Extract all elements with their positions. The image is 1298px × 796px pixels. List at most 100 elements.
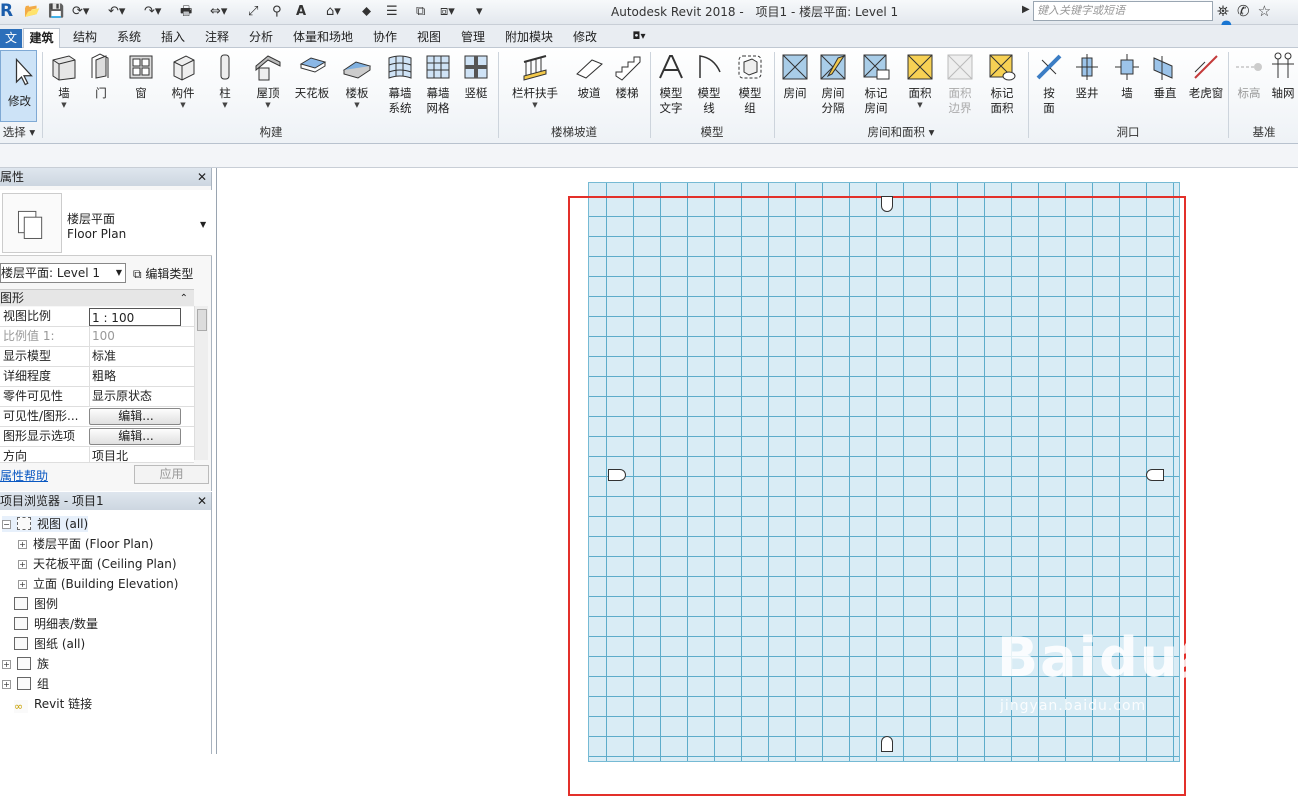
- north-elevation-marker-icon[interactable]: [881, 196, 893, 212]
- model-text-button[interactable]: 模型文字: [654, 52, 688, 116]
- graphics-group-header[interactable]: 图形 ⌃: [0, 289, 194, 306]
- door-button[interactable]: 门: [86, 52, 116, 101]
- tab-insert[interactable]: 插入: [158, 28, 188, 48]
- stair-button[interactable]: 楼梯: [610, 52, 644, 101]
- text-icon[interactable]: A: [296, 2, 306, 22]
- wall-button[interactable]: 墙 ▼: [46, 52, 82, 109]
- tab-modify[interactable]: 修改: [570, 28, 600, 48]
- instance-selector[interactable]: 楼层平面: Level 1 ▼: [0, 263, 126, 283]
- print-icon[interactable]: 🖶: [180, 2, 192, 22]
- south-elevation-marker-icon[interactable]: [881, 736, 893, 752]
- dropdown-arrow-icon[interactable]: ▼: [164, 101, 202, 109]
- ramp-button[interactable]: 坡道: [572, 52, 606, 101]
- floor-button[interactable]: 楼板 ▼: [340, 52, 374, 109]
- tab-manage[interactable]: 管理: [458, 28, 488, 48]
- roof-button[interactable]: 屋顶 ▼: [250, 52, 286, 109]
- dropdown-arrow-icon[interactable]: ▼: [902, 101, 938, 109]
- open-icon[interactable]: 📂: [24, 2, 40, 22]
- column-button[interactable]: 柱 ▼: [210, 52, 240, 109]
- expand-icon[interactable]: +: [18, 580, 27, 589]
- tab-addins[interactable]: 附加模块: [502, 28, 556, 48]
- tab-collaborate[interactable]: 协作: [370, 28, 400, 48]
- search-input[interactable]: 键入关键字或短语: [1033, 1, 1213, 21]
- collapse-icon[interactable]: ⌃: [180, 290, 188, 307]
- tab-systems[interactable]: 系统: [114, 28, 144, 48]
- property-value[interactable]: 粗略: [89, 367, 181, 386]
- window-button[interactable]: 窗: [124, 52, 158, 101]
- revit-logo[interactable]: R: [0, 0, 16, 22]
- west-elevation-marker-icon[interactable]: [608, 469, 626, 481]
- tab-analyze[interactable]: 分析: [246, 28, 276, 48]
- tree-item-legends[interactable]: 图例: [14, 596, 58, 612]
- view-scale-input[interactable]: 1 : 100: [89, 308, 181, 326]
- drawing-canvas[interactable]: Baidu经验 jingyan.baidu.com: [216, 168, 1298, 796]
- communication-icon[interactable]: ✆: [1237, 2, 1250, 20]
- east-elevation-marker-icon[interactable]: [1146, 469, 1164, 481]
- scrollbar-thumb[interactable]: [197, 309, 207, 331]
- close-hidden-icon[interactable]: ⧉: [416, 2, 425, 22]
- collapse-icon[interactable]: −: [2, 520, 11, 529]
- properties-help-link[interactable]: 属性帮助: [0, 467, 48, 484]
- properties-scrollbar[interactable]: [194, 306, 208, 460]
- mullion-button[interactable]: 竖梃: [458, 52, 494, 101]
- tree-item-revit-links[interactable]: ∞ Revit 链接: [14, 696, 92, 713]
- sync-icon[interactable]: ⟳▾: [72, 2, 89, 22]
- tree-item-sheets[interactable]: 图纸 (all): [14, 636, 85, 652]
- tree-item-ceiling-plan[interactable]: + 天花板平面 (Ceiling Plan): [18, 556, 177, 572]
- area-button[interactable]: 面积 ▼: [902, 52, 938, 109]
- dropdown-arrow-icon[interactable]: ▼: [250, 101, 286, 109]
- room-button[interactable]: 房间: [778, 52, 812, 101]
- redo-icon[interactable]: ↷▾: [144, 2, 161, 22]
- expand-icon[interactable]: +: [2, 680, 11, 689]
- property-value[interactable]: 显示原状态: [89, 387, 181, 406]
- room-separator-button[interactable]: 房间分隔: [816, 52, 850, 116]
- tab-view[interactable]: 视图: [414, 28, 444, 48]
- undo-icon[interactable]: ↶▾: [108, 2, 125, 22]
- vertical-opening-button[interactable]: 垂直: [1148, 52, 1182, 101]
- dropdown-arrow-icon[interactable]: ▼: [210, 101, 240, 109]
- curtain-grid-button[interactable]: 幕墙网格: [420, 52, 456, 116]
- tree-item-views[interactable]: − 视图 (all): [2, 516, 89, 532]
- select-panel-label[interactable]: 选择 ▾: [0, 124, 38, 140]
- tag-icon[interactable]: ⚲: [272, 2, 282, 22]
- tree-item-elevation[interactable]: + 立面 (Building Elevation): [18, 576, 178, 592]
- tab-architecture[interactable]: 建筑: [23, 28, 60, 49]
- chevron-down-icon[interactable]: ▼: [200, 220, 206, 229]
- by-face-button[interactable]: 按面: [1032, 52, 1066, 116]
- measure-icon[interactable]: ⇔▾: [210, 2, 227, 22]
- 3d-view-icon[interactable]: ⌂▾: [326, 2, 341, 22]
- tab-structure[interactable]: 结构: [70, 28, 100, 48]
- property-value[interactable]: 项目北: [89, 447, 181, 462]
- dormer-button[interactable]: 老虎窗: [1186, 52, 1226, 101]
- tab-annotate[interactable]: 注释: [202, 28, 232, 48]
- type-selector[interactable]: 楼层平面 Floor Plan ▼: [0, 190, 212, 256]
- dimension-icon[interactable]: ⤢: [248, 2, 258, 22]
- switch-windows-icon[interactable]: ⧈▾: [440, 2, 455, 22]
- ceiling-button[interactable]: 天花板: [292, 52, 332, 101]
- thin-lines-icon[interactable]: ☰: [386, 2, 398, 22]
- tree-item-floor-plan[interactable]: + 楼层平面 (Floor Plan): [18, 536, 153, 552]
- section-icon[interactable]: ⬥: [362, 2, 371, 22]
- model-group-button[interactable]: 模型组: [730, 52, 770, 116]
- wall-opening-button[interactable]: 墙: [1110, 52, 1144, 101]
- dropdown-arrow-icon[interactable]: ▼: [46, 101, 82, 109]
- modify-button[interactable]: 修改: [0, 50, 37, 122]
- edit-graphic-display-button[interactable]: 编辑...: [89, 428, 181, 445]
- railing-button[interactable]: 栏杆扶手 ▼: [506, 52, 564, 109]
- expand-icon[interactable]: +: [2, 660, 11, 669]
- property-value[interactable]: 标准: [89, 347, 181, 366]
- ribbon-minimize-icon[interactable]: ◘▾: [626, 28, 652, 48]
- curtain-system-button[interactable]: 幕墙系统: [382, 52, 418, 116]
- shaft-button[interactable]: 竖井: [1070, 52, 1104, 101]
- binoculars-icon[interactable]: ⛯: [1217, 2, 1229, 20]
- tab-file[interactable]: 文件: [0, 29, 22, 63]
- customize-qat-icon[interactable]: ▾: [476, 2, 483, 22]
- room-area-panel-label[interactable]: 房间和面积 ▾: [776, 124, 1026, 140]
- expand-icon[interactable]: +: [18, 540, 27, 549]
- tree-item-groups[interactable]: + 组: [2, 676, 49, 692]
- tag-room-button[interactable]: 标记房间: [856, 52, 896, 116]
- tab-massing-site[interactable]: 体量和场地: [290, 28, 356, 48]
- tree-item-schedules[interactable]: 明细表/数量: [14, 616, 98, 632]
- tag-area-button[interactable]: 标记面积: [982, 52, 1022, 116]
- edit-visibility-button[interactable]: 编辑...: [89, 408, 181, 425]
